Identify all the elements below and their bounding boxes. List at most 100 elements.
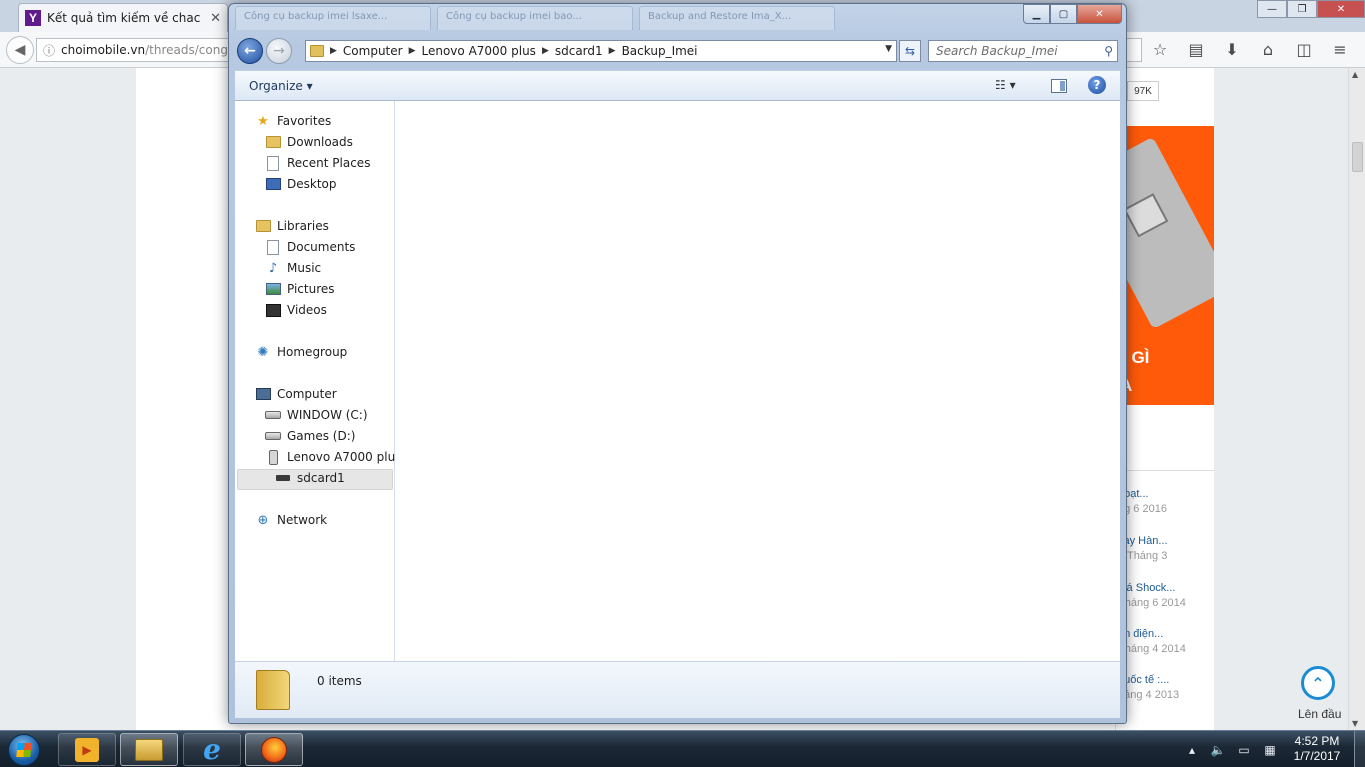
nav-label: Games (D:) — [287, 429, 356, 443]
nav-downloads[interactable]: Downloads — [265, 134, 353, 150]
related-threads-list: i hoạt... ng 6 2016 Tay Hàn... 7 Tháng 3… — [1115, 434, 1215, 730]
volume-icon[interactable]: 🔈 — [1210, 743, 1226, 757]
windows-drive-icon — [265, 411, 281, 419]
browser-maximize-button[interactable]: ❐ — [1287, 0, 1317, 18]
ad-banner[interactable]: I GÌ A — [1120, 126, 1214, 405]
desktop-icon — [265, 178, 281, 190]
bookmark-star-icon[interactable]: ☆ — [1150, 40, 1170, 59]
phone-icon — [268, 449, 278, 465]
nav-sdcard[interactable]: sdcard1 — [275, 470, 345, 486]
address-bar[interactable]: ▶ Computer ▶ Lenovo A7000 plus ▶ sdcard1… — [305, 40, 897, 62]
nav-label: Videos — [287, 303, 327, 317]
libraries-icon — [255, 220, 271, 232]
browser-close-button[interactable]: ✕ — [1317, 0, 1365, 18]
nav-favorites[interactable]: ★ Favorites — [255, 113, 331, 129]
search-input[interactable]: Search Backup_Imei ⚲ — [928, 40, 1118, 62]
network-icon: ⊕ — [257, 512, 269, 528]
nav-drive-d[interactable]: Games (D:) — [265, 428, 355, 444]
file-list-area[interactable] — [395, 101, 1120, 661]
computer-icon — [255, 388, 271, 400]
clock-time: 4:52 PM — [1294, 734, 1340, 748]
breadcrumb-separator-icon[interactable]: ▶ — [609, 46, 616, 56]
scroll-up-icon[interactable]: ▲ — [1352, 70, 1358, 79]
explorer-folder-icon — [135, 738, 163, 761]
list-item[interactable]: Tay Hàn... 7 Tháng 3 — [1118, 535, 1214, 562]
search-icon[interactable]: ⚲ — [1104, 44, 1113, 58]
refresh-button[interactable]: ⇆ — [899, 40, 921, 62]
page-scrollbar[interactable]: ▲ ▼ — [1348, 68, 1365, 730]
scrollbar-thumb[interactable] — [1352, 142, 1363, 172]
url-host: choimobile.vn — [61, 43, 146, 57]
tab-close-icon[interactable]: ✕ — [210, 11, 221, 26]
show-hidden-icons-icon[interactable]: ▴ — [1184, 743, 1200, 757]
clock-date: 1/7/2017 — [1293, 749, 1341, 763]
list-item[interactable]: án điện... Tháng 4 2014 — [1118, 628, 1214, 655]
browser-minimize-button[interactable]: — — [1257, 0, 1287, 18]
breadcrumb-phone[interactable]: Lenovo A7000 plus — [422, 44, 536, 58]
address-dropdown-icon[interactable]: ▼ — [885, 44, 892, 54]
nav-label: sdcard1 — [297, 471, 345, 485]
taskbar-ie[interactable]: e — [183, 733, 241, 766]
browser-toolbar: ☆ ▤ ⬇ ⌂ ◫ ≡ — [1150, 40, 1350, 59]
nav-drive-c[interactable]: WINDOW (C:) — [265, 407, 368, 423]
nav-desktop[interactable]: Desktop — [265, 176, 337, 192]
url-bar[interactable]: ⓘ choimobile.vn/threads/cong-c — [36, 38, 232, 62]
navigation-pane: ★ Favorites Downloads Recent Places Deskt… — [235, 101, 401, 661]
download-icon[interactable]: ⬇ — [1222, 40, 1242, 59]
preview-pane-button[interactable] — [1051, 79, 1067, 93]
pocket-icon[interactable]: ◫ — [1294, 40, 1314, 59]
scroll-to-top-button[interactable]: ⌃ — [1301, 666, 1335, 700]
breadcrumb-computer[interactable]: Computer — [343, 44, 403, 58]
taskbar-firefox[interactable] — [245, 733, 303, 766]
browser-tab[interactable]: Y Kết quả tìm kiếm về chac b... ✕ — [18, 3, 228, 32]
nav-label: Lenovo A7000 plus — [287, 450, 402, 464]
explorer-back-button[interactable]: ← — [237, 38, 263, 64]
nav-pictures[interactable]: Pictures — [265, 281, 335, 297]
share-count-badge: 97K — [1127, 81, 1159, 101]
list-item-date: Tháng 4 2014 — [1118, 643, 1186, 655]
list-item[interactable]: hoạt... ng 6 2016 — [1118, 488, 1214, 515]
reading-list-icon[interactable]: ▤ — [1186, 40, 1206, 59]
explorer-close-button[interactable]: ✕ — [1077, 4, 1122, 24]
clock[interactable]: 4:52 PM 1/7/2017 — [1282, 734, 1352, 764]
scroll-to-top-label[interactable]: Lên đầu — [1298, 707, 1341, 721]
home-icon[interactable]: ⌂ — [1258, 40, 1278, 59]
breadcrumb-sdcard[interactable]: sdcard1 — [555, 44, 603, 58]
power-icon[interactable]: ▭ — [1236, 743, 1252, 757]
browser-back-button[interactable]: ◀ — [6, 36, 34, 64]
menu-icon[interactable]: ≡ — [1330, 40, 1350, 59]
nav-libraries[interactable]: Libraries — [255, 218, 329, 234]
nav-label: Music — [287, 261, 322, 275]
taskbar-media-player[interactable]: ▶ — [58, 733, 116, 766]
nav-documents[interactable]: Documents — [265, 239, 355, 255]
nav-phone[interactable]: Lenovo A7000 plus — [265, 449, 401, 465]
start-button[interactable] — [4, 731, 44, 767]
organize-menu-button[interactable]: Organize ▾ — [249, 79, 313, 93]
breadcrumb-separator-icon[interactable]: ▶ — [330, 46, 337, 56]
network-status-icon[interactable]: ▦ — [1262, 743, 1278, 757]
nav-homegroup[interactable]: ✺ Homegroup — [255, 344, 348, 360]
explorer-minimize-button[interactable]: ▁ — [1023, 4, 1050, 24]
show-desktop-button[interactable] — [1354, 731, 1365, 767]
nav-recent-places[interactable]: Recent Places — [265, 155, 370, 171]
change-view-button[interactable]: ☷ ▾ — [995, 78, 1016, 92]
help-button[interactable]: ? — [1088, 76, 1106, 94]
explorer-forward-button[interactable]: → — [266, 38, 292, 64]
nav-computer[interactable]: Computer — [255, 386, 337, 402]
list-item-date: ng 6 2016 — [1118, 503, 1167, 515]
sdcard-icon — [276, 475, 290, 481]
taskbar-explorer[interactable] — [120, 733, 178, 766]
nav-videos[interactable]: Videos — [265, 302, 327, 318]
breadcrumb-separator-icon[interactable]: ▶ — [542, 46, 549, 56]
list-item[interactable]: quốc tế :... háng 4 2013 — [1118, 674, 1214, 701]
explorer-maximize-button[interactable]: ▢ — [1050, 4, 1077, 24]
nav-network[interactable]: ⊕ Network — [255, 512, 328, 528]
nav-music[interactable]: ♪ Music — [265, 260, 321, 276]
firefox-icon — [261, 736, 287, 763]
breadcrumb-separator-icon[interactable]: ▶ — [409, 46, 416, 56]
breadcrumb-current[interactable]: Backup_Imei — [622, 44, 698, 58]
scroll-down-icon[interactable]: ▼ — [1352, 719, 1358, 728]
divider — [1116, 470, 1215, 471]
site-info-icon[interactable]: ⓘ — [43, 42, 55, 59]
list-item[interactable]: giá Shock... Tháng 6 2014 — [1118, 582, 1214, 609]
